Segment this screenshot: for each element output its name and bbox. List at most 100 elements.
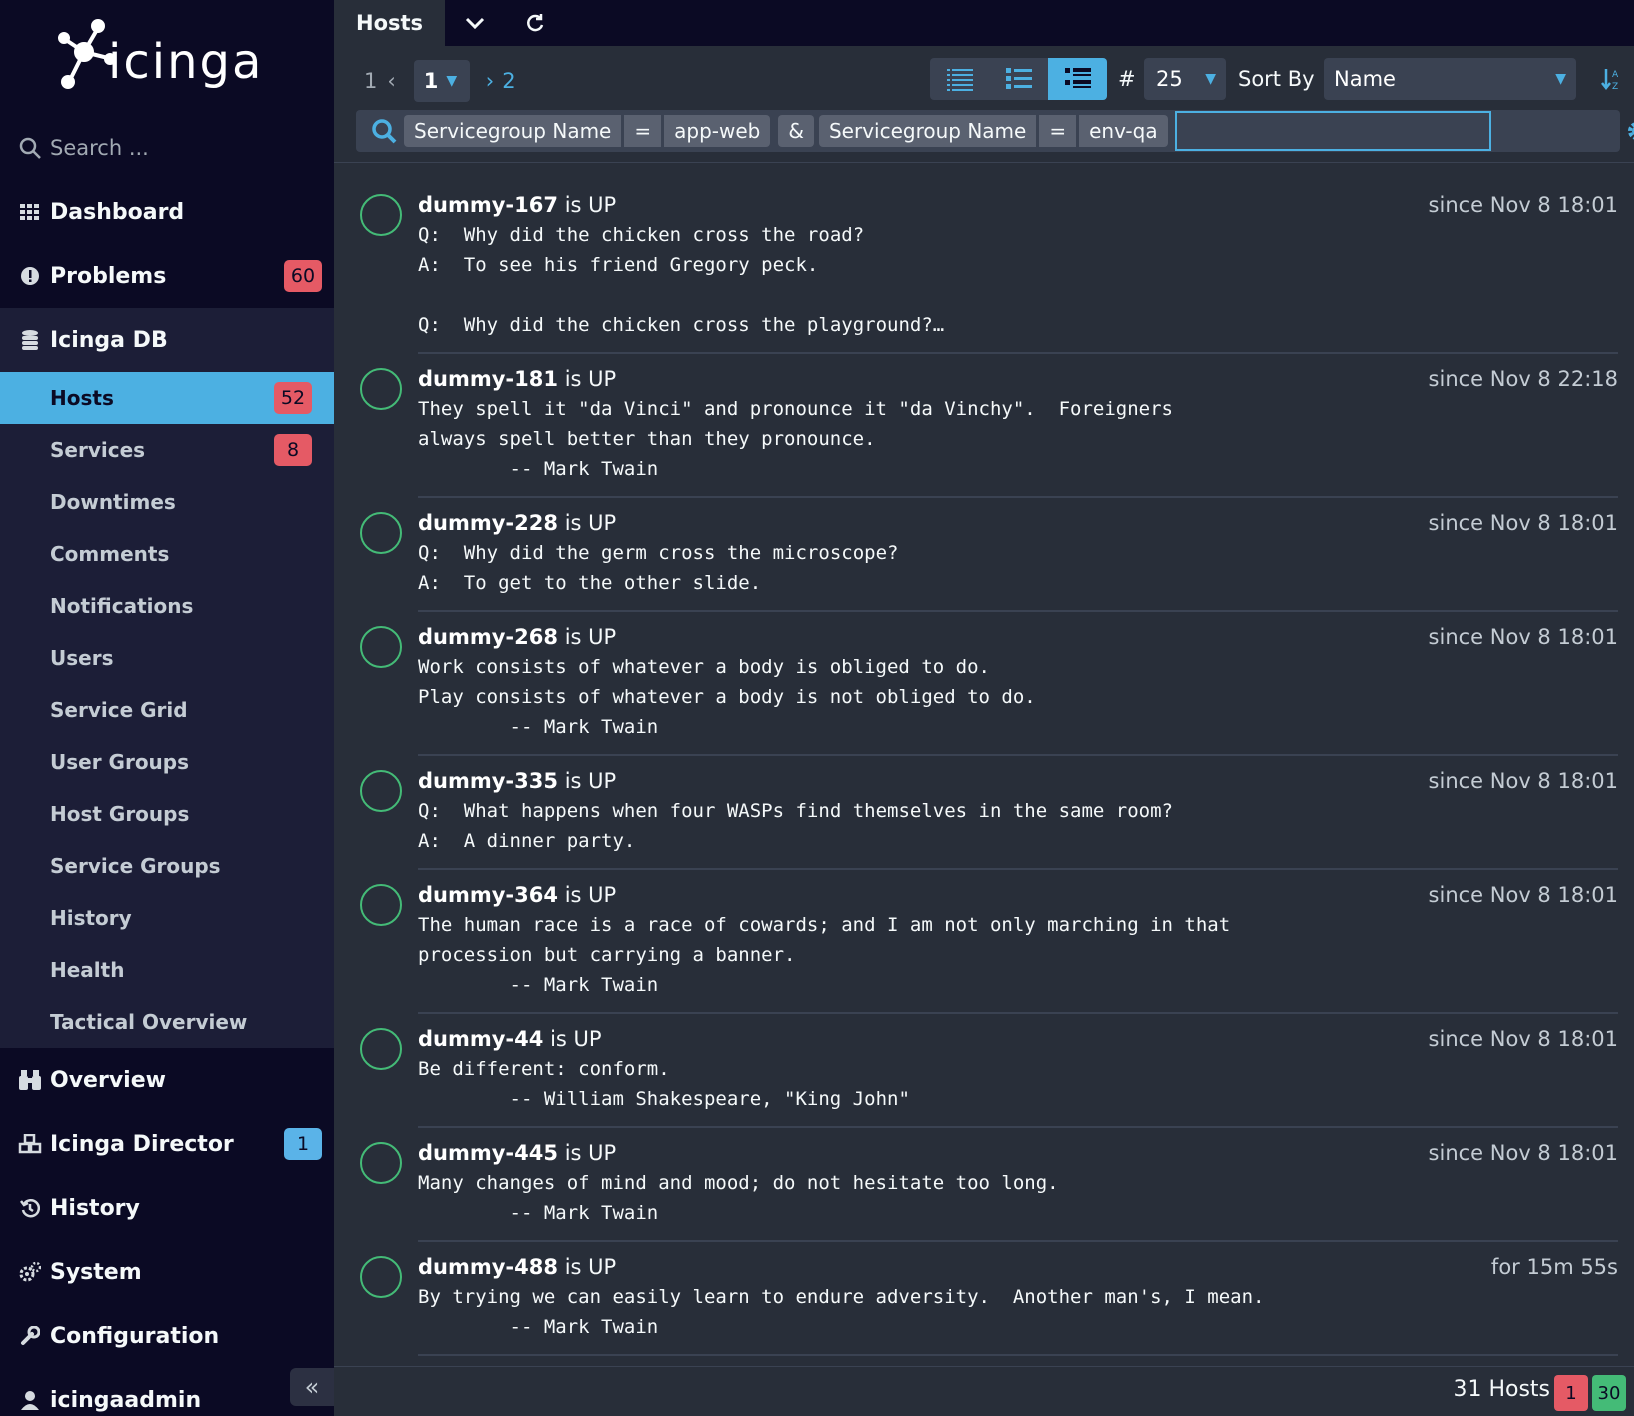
hosts-up-badge[interactable]: 30 bbox=[1592, 1375, 1626, 1411]
state-ball bbox=[360, 1256, 402, 1298]
nav-overview-label: Overview bbox=[50, 1067, 166, 1093]
sidebar-item-hosts[interactable]: Hosts 52 bbox=[0, 372, 348, 424]
nav-overview[interactable]: Overview bbox=[0, 1048, 334, 1112]
host-name[interactable]: dummy-445 bbox=[418, 1141, 558, 1165]
host-header: dummy-335 is UP since Nov 8 18:01 bbox=[418, 756, 1618, 796]
sidebar-item-services[interactable]: Services 8 bbox=[0, 424, 334, 476]
filter-value-chip[interactable]: app-web bbox=[664, 115, 771, 147]
collapse-sidebar-button[interactable]: « bbox=[290, 1368, 334, 1406]
host-title: dummy-335 is UP bbox=[418, 766, 616, 796]
filter-term-input[interactable] bbox=[1174, 111, 1491, 151]
nav-configuration[interactable]: Configuration bbox=[0, 1304, 334, 1368]
host-name[interactable]: dummy-228 bbox=[418, 511, 558, 535]
sidebar-item-label: Downtimes bbox=[50, 490, 176, 514]
svg-text:A: A bbox=[1612, 70, 1619, 80]
host-state: is UP bbox=[564, 193, 617, 217]
filter-conjunction-chip[interactable]: & bbox=[778, 115, 814, 147]
nav-history[interactable]: History bbox=[0, 1176, 334, 1240]
sidebar-item-notifications[interactable]: Notifications bbox=[0, 580, 334, 632]
nav-user[interactable]: icingaadmin bbox=[0, 1368, 334, 1416]
host-name[interactable]: dummy-167 bbox=[418, 193, 558, 217]
host-title: dummy-364 is UP bbox=[418, 880, 616, 910]
sidebar-item-history[interactable]: History bbox=[0, 892, 334, 944]
gear-icon bbox=[1628, 122, 1634, 140]
host-title: dummy-167 is UP bbox=[418, 190, 616, 220]
nav-problems[interactable]: Problems 60 bbox=[0, 244, 334, 308]
list-item[interactable]: dummy-335 is UP since Nov 8 18:01 Q: What … bbox=[334, 756, 1634, 870]
sort-direction-button[interactable]: AZ bbox=[1596, 58, 1626, 100]
host-state: is UP bbox=[564, 367, 617, 391]
database-icon bbox=[18, 328, 42, 352]
nav-director[interactable]: Icinga Director 1 bbox=[0, 1112, 334, 1176]
sidebar-item-health[interactable]: Health bbox=[0, 944, 334, 996]
page-2-link[interactable]: 2 bbox=[502, 69, 515, 93]
nav-dashboard-label: Dashboard bbox=[50, 199, 185, 225]
sidebar-item-label: Hosts bbox=[50, 386, 114, 410]
view-minimal-button[interactable] bbox=[930, 58, 989, 100]
list-item[interactable]: dummy-445 is UP since Nov 8 18:01 Many cha… bbox=[334, 1128, 1634, 1242]
host-name[interactable]: dummy-181 bbox=[418, 367, 558, 391]
sidebar-item-host-groups[interactable]: Host Groups bbox=[0, 788, 334, 840]
director-count-badge: 1 bbox=[284, 1128, 322, 1160]
filter-search-button[interactable] bbox=[364, 110, 404, 152]
host-name[interactable]: dummy-268 bbox=[418, 625, 558, 649]
prev-page-icon[interactable]: ‹ bbox=[387, 69, 395, 93]
sidebar-item-user-groups[interactable]: User Groups bbox=[0, 736, 334, 788]
list-item[interactable]: dummy-181 is UP since Nov 8 22:18 They spe… bbox=[334, 354, 1634, 498]
sidebar-item-service-groups[interactable]: Service Groups bbox=[0, 840, 334, 892]
nav-user-label: icingaadmin bbox=[50, 1387, 202, 1413]
hosts-down-badge[interactable]: 1 bbox=[1554, 1375, 1588, 1411]
first-page-link[interactable]: 1 bbox=[364, 69, 377, 93]
tab-hosts[interactable]: Hosts bbox=[334, 0, 446, 46]
list-item[interactable]: dummy-488 is UP for 15m 55s By trying we c… bbox=[334, 1242, 1634, 1356]
list-item[interactable]: dummy-44 is UP since Nov 8 18:01 Be differ… bbox=[334, 1014, 1634, 1128]
sidebar-item-users[interactable]: Users bbox=[0, 632, 334, 684]
page-select[interactable]: 1 ▼ bbox=[413, 60, 470, 102]
host-name[interactable]: dummy-335 bbox=[418, 769, 558, 793]
filter-operator-chip[interactable]: = bbox=[1039, 115, 1077, 147]
host-title: dummy-44 is UP bbox=[418, 1024, 602, 1054]
sidebar-item-service-grid[interactable]: Service Grid bbox=[0, 684, 334, 736]
sort-select[interactable]: Name ▼ bbox=[1324, 58, 1576, 100]
list-item[interactable]: dummy-167 is UP since Nov 8 18:01 Q: Why d… bbox=[334, 180, 1634, 354]
search-placeholder: Search ... bbox=[50, 136, 149, 160]
list-item[interactable]: dummy-268 is UP since Nov 8 18:01 Work con… bbox=[334, 612, 1634, 756]
search-box[interactable]: Search ... bbox=[18, 130, 318, 166]
list-item[interactable]: dummy-228 is UP since Nov 8 18:01 Q: Why d… bbox=[334, 498, 1634, 612]
filter-column-chip[interactable]: Servicegroup Name bbox=[818, 115, 1037, 147]
host-name[interactable]: dummy-488 bbox=[418, 1255, 558, 1279]
nav-icingadb[interactable]: Icinga DB bbox=[0, 308, 334, 372]
filter-value-chip[interactable]: env-qa bbox=[1079, 115, 1168, 147]
sidebar-item-comments[interactable]: Comments bbox=[0, 528, 334, 580]
filter-operator-chip[interactable]: = bbox=[624, 115, 662, 147]
plugin-output: Q: What happens when four WASPs find the… bbox=[418, 800, 1173, 852]
host-title: dummy-445 is UP bbox=[418, 1138, 616, 1168]
host-header: dummy-364 is UP since Nov 8 18:01 bbox=[418, 870, 1618, 910]
host-state: is UP bbox=[564, 883, 617, 907]
plugin-output: Work consists of whatever a body is obli… bbox=[418, 656, 1036, 738]
sidebar-item-label: Users bbox=[50, 646, 114, 670]
host-state: is UP bbox=[564, 769, 617, 793]
search-icon bbox=[372, 119, 397, 144]
state-ball bbox=[360, 512, 402, 554]
view-default-button[interactable] bbox=[989, 58, 1048, 100]
sidebar-item-label: Service Grid bbox=[50, 698, 188, 722]
nav-system[interactable]: System bbox=[0, 1240, 334, 1304]
view-detailed-button[interactable] bbox=[1048, 58, 1107, 100]
sidebar-item-label: Host Groups bbox=[50, 802, 190, 826]
sidebar-item-downtimes[interactable]: Downtimes bbox=[0, 476, 334, 528]
tab-dropdown-button[interactable] bbox=[445, 0, 505, 46]
host-name[interactable]: dummy-364 bbox=[418, 883, 558, 907]
sidebar-item-tactical-overview[interactable]: Tactical Overview bbox=[0, 996, 334, 1048]
host-name[interactable]: dummy-44 bbox=[418, 1027, 543, 1051]
next-page-icon[interactable]: › bbox=[486, 69, 494, 93]
host-list: dummy-167 is UP since Nov 8 18:01 Q: Why d… bbox=[334, 180, 1634, 1356]
nav-dashboard[interactable]: Dashboard bbox=[0, 180, 334, 244]
limit-select[interactable]: 25 ▼ bbox=[1144, 58, 1226, 100]
list-item[interactable]: dummy-364 is UP since Nov 8 18:01 The huma… bbox=[334, 870, 1634, 1014]
refresh-button[interactable] bbox=[505, 0, 565, 46]
filter-column-chip[interactable]: Servicegroup Name bbox=[404, 115, 622, 147]
wrench-icon bbox=[18, 1324, 42, 1348]
filter-settings-button[interactable] bbox=[1622, 110, 1634, 152]
chevron-down-icon bbox=[465, 17, 485, 29]
